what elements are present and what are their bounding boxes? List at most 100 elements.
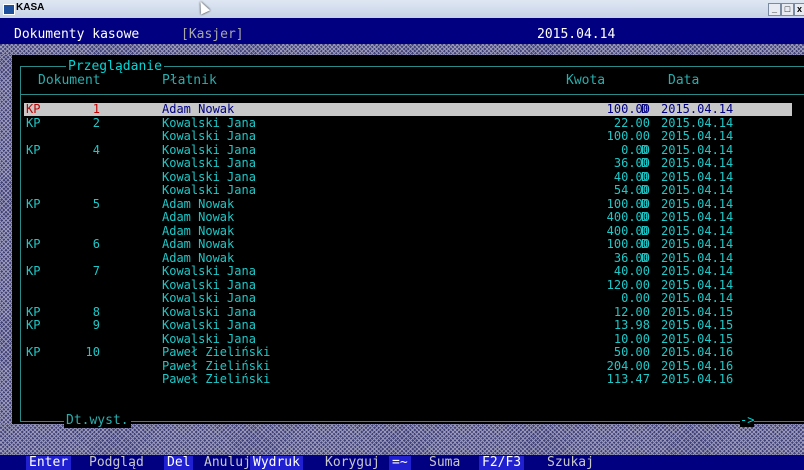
- table-row[interactable]: KP 6 Adam Nowak 100.00 D 2015.04.14: [24, 238, 792, 251]
- payer-name: Kowalski Jana: [162, 142, 256, 157]
- amount: 400.00: [606, 223, 650, 238]
- document-date: 2015.04.14: [661, 210, 734, 224]
- key-suma[interactable]: =~: [389, 456, 411, 470]
- document-type: KP: [26, 345, 41, 359]
- document-date: 2015.04.16: [661, 372, 734, 386]
- table-row[interactable]: Adam Nowak 36.00 D 2015.04.14: [24, 250, 792, 265]
- document-date: 2015.04.14: [661, 102, 734, 116]
- background-pattern: [0, 424, 804, 455]
- amount-flag: D: [641, 156, 649, 170]
- amount-flag: D: [641, 169, 649, 184]
- document-date: 2015.04.16: [661, 345, 734, 359]
- table-row[interactable]: KP 9 Kowalski Jana 13.98 2015.04.15: [24, 319, 792, 332]
- document-number: 5: [92, 196, 100, 211]
- payer-name: Adam Nowak: [162, 210, 235, 224]
- table-row[interactable]: KP 10 Paweł Zieliński 50.00 2015.04.16: [24, 346, 792, 359]
- amount: 0.00: [621, 291, 650, 305]
- payer-name: Adam Nowak: [162, 196, 235, 211]
- key-f2f3[interactable]: F2/F3: [479, 456, 525, 470]
- document-type: KP: [26, 304, 41, 319]
- table-row[interactable]: KP 5 Adam Nowak 100.00 D 2015.04.14: [24, 196, 792, 211]
- amount: 22.00: [613, 115, 650, 130]
- maximize-button[interactable]: □: [781, 3, 794, 16]
- document-number: 2: [92, 115, 100, 130]
- table-row[interactable]: Kowalski Jana 36.00 D 2015.04.14: [24, 157, 792, 170]
- key-label-podglad[interactable]: Podgląd: [86, 456, 147, 470]
- payer-name: Kowalski Jana: [162, 183, 256, 197]
- key-label-suma[interactable]: Suma: [426, 456, 463, 470]
- document-type: KP: [26, 237, 41, 251]
- header-date: 2015.04.14: [537, 27, 616, 42]
- table-row[interactable]: Adam Nowak 400.00 D 2015.04.14: [24, 211, 792, 224]
- amount: 10.00: [613, 331, 650, 346]
- payer-name: Kowalski Jana: [162, 169, 256, 184]
- table-row[interactable]: Adam Nowak 400.00 D 2015.04.14: [24, 223, 792, 238]
- document-number: 6: [92, 237, 100, 251]
- column-header-payer[interactable]: Płatnik: [162, 73, 217, 88]
- key-label-szukaj[interactable]: Szukaj: [544, 456, 597, 470]
- document-date: 2015.04.14: [661, 237, 734, 251]
- amount: 40.00: [613, 264, 650, 278]
- background-pattern: [0, 55, 12, 455]
- table-row[interactable]: KP 2 Kowalski Jana 22.00 2015.04.14: [24, 115, 792, 130]
- amount: 400.00: [606, 210, 650, 224]
- amount-flag: D: [641, 196, 649, 211]
- key-enter[interactable]: Enter: [26, 456, 72, 470]
- amount: 100.00: [606, 196, 650, 211]
- payer-name: Kowalski Jana: [162, 318, 256, 332]
- table-row[interactable]: Paweł Zieliński 204.00 2015.04.16: [24, 358, 792, 373]
- document-date: 2015.04.14: [661, 196, 734, 211]
- panel-border-bottom: [20, 421, 804, 422]
- payer-name: Kowalski Jana: [162, 291, 256, 305]
- amount: 0.00: [621, 142, 650, 157]
- close-button[interactable]: x: [794, 3, 804, 16]
- column-header-date[interactable]: Data: [668, 73, 699, 88]
- column-header-amount[interactable]: Kwota: [566, 73, 605, 88]
- table-row[interactable]: KP 8 Kowalski Jana 12.00 2015.04.15: [24, 304, 792, 319]
- table-row-selected[interactable]: KP 1 Adam Nowak 100.00 D 2015.04.14: [24, 103, 792, 116]
- app-icon: [3, 4, 15, 15]
- table-row[interactable]: Kowalski Jana 10.00 2015.04.15: [24, 331, 792, 346]
- screen-title: Dokumenty kasowe: [14, 27, 140, 42]
- payer-name: Kowalski Jana: [162, 331, 256, 346]
- payer-name: Kowalski Jana: [162, 264, 256, 278]
- column-header-document[interactable]: Dokument: [38, 73, 101, 88]
- table-row[interactable]: KP 4 Kowalski Jana 0.00 D 2015.04.14: [24, 142, 792, 157]
- document-date: 2015.04.14: [661, 169, 734, 184]
- document-type: KP: [26, 196, 41, 211]
- minimize-button[interactable]: _: [768, 3, 781, 16]
- sort-field-label: Dt.wyst.: [64, 413, 131, 428]
- table-row[interactable]: Kowalski Jana 100.00 2015.04.14: [24, 130, 792, 143]
- key-label-koryguj[interactable]: Koryguj: [322, 456, 383, 470]
- document-number: 4: [92, 142, 100, 157]
- table-row[interactable]: Kowalski Jana 54.00 D 2015.04.14: [24, 184, 792, 197]
- header-separator: [20, 94, 804, 95]
- amount: 54.00: [613, 183, 650, 197]
- scroll-right-arrow-icon[interactable]: ->: [740, 413, 755, 427]
- key-wydruk[interactable]: Wydruk: [250, 456, 303, 470]
- amount: 100.00: [606, 237, 650, 251]
- document-type: KP: [26, 318, 41, 332]
- table-row[interactable]: Kowalski Jana 0.00 2015.04.14: [24, 292, 792, 305]
- payer-name: Paweł Zieliński: [162, 358, 271, 373]
- payer-name: Adam Nowak: [162, 102, 235, 116]
- payer-name: Paweł Zieliński: [162, 372, 271, 386]
- amount-flag: D: [641, 237, 649, 251]
- document-date: 2015.04.14: [661, 115, 734, 130]
- amount: 204.00: [606, 358, 650, 373]
- document-date: 2015.04.16: [661, 358, 734, 373]
- payer-name: Kowalski Jana: [162, 129, 256, 143]
- document-date: 2015.04.14: [661, 129, 734, 143]
- table-row[interactable]: Kowalski Jana 40.00 D 2015.04.14: [24, 169, 792, 184]
- key-label-anuluj[interactable]: Anuluj: [201, 456, 254, 470]
- document-number: 7: [92, 264, 100, 278]
- document-type: KP: [26, 102, 41, 116]
- table-row[interactable]: Kowalski Jana 120.00 2015.04.14: [24, 277, 792, 292]
- amount: 120.00: [606, 277, 650, 292]
- document-type: KP: [26, 115, 41, 130]
- key-del[interactable]: Del: [164, 456, 194, 470]
- table-row[interactable]: KP 7 Kowalski Jana 40.00 2015.04.14: [24, 265, 792, 278]
- payer-name: Adam Nowak: [162, 223, 235, 238]
- amount: 36.00: [613, 250, 650, 265]
- table-row[interactable]: Paweł Zieliński 113.47 2015.04.16: [24, 373, 792, 386]
